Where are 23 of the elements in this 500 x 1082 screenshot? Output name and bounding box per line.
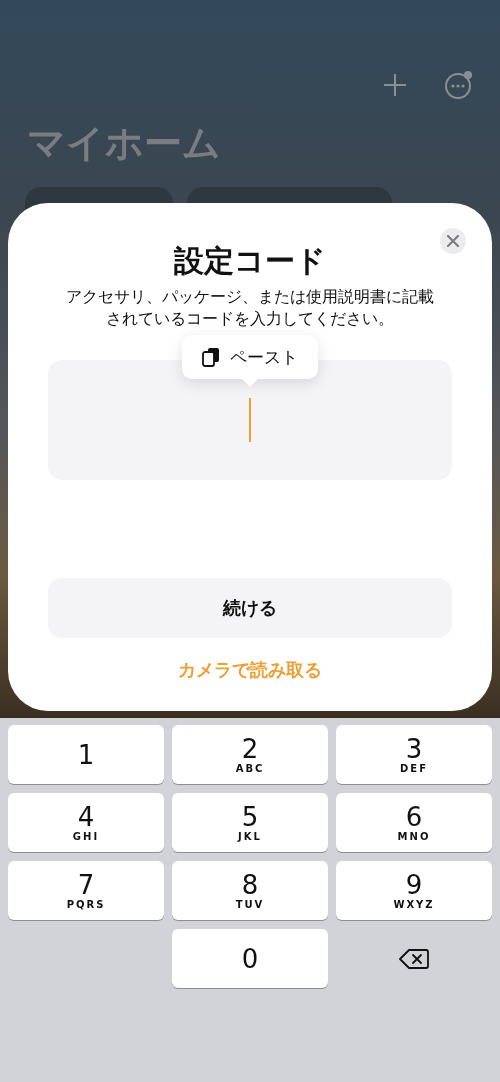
keypad-key[interactable]: 2 ABC xyxy=(172,725,328,784)
continue-button[interactable]: 続ける xyxy=(48,578,452,638)
sheet-title: 設定コード xyxy=(174,242,326,280)
paste-popup[interactable]: ペースト xyxy=(182,335,318,379)
close-button[interactable] xyxy=(440,228,466,254)
instruction-text: アクセサリ、パッケージ、または使用説明書に記載されているコードを入力してください。 xyxy=(65,286,435,330)
keypad-key[interactable]: 7 PQRS xyxy=(8,861,164,920)
popup-pointer xyxy=(242,379,258,387)
clipboard-icon xyxy=(202,347,220,367)
paste-label: ペースト xyxy=(230,345,298,369)
keypad-key[interactable]: 5 JKL xyxy=(172,793,328,852)
home-title: マイホーム xyxy=(26,120,222,167)
keypad-key[interactable]: 0 xyxy=(172,929,328,988)
backspace-icon xyxy=(399,947,429,970)
add-icon[interactable] xyxy=(382,72,408,98)
keypad-key[interactable]: 1 xyxy=(8,725,164,784)
keypad-key[interactable]: 4 GHI xyxy=(8,793,164,852)
close-icon xyxy=(447,235,459,247)
keypad-key[interactable]: 9 WXYZ xyxy=(336,861,492,920)
keypad-key[interactable]: 8 TUV xyxy=(172,861,328,920)
keypad-key[interactable]: 6 MNO xyxy=(336,793,492,852)
more-icon[interactable] xyxy=(444,70,474,100)
keypad-key[interactable]: 3 DEF xyxy=(336,725,492,784)
